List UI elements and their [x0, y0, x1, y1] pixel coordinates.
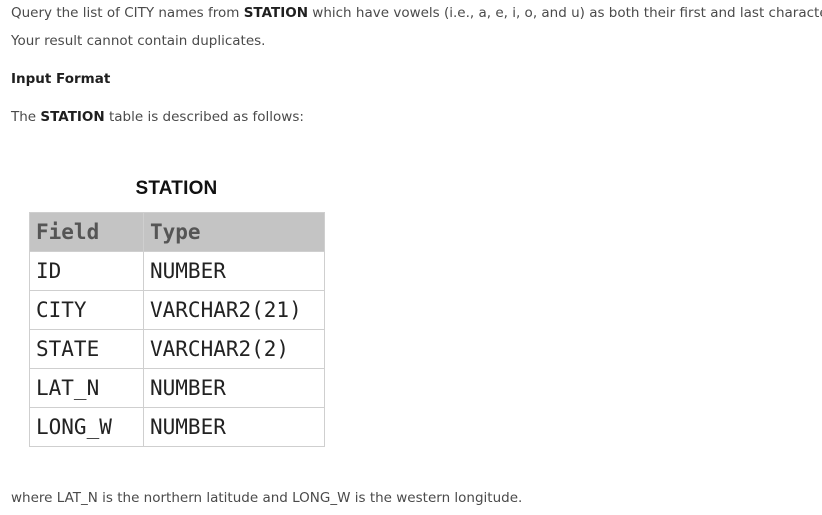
problem-statement-line-1: Query the list of CITY names from STATIO… [11, 4, 822, 22]
table-row: ID NUMBER [29, 251, 325, 291]
statement-text: Query the list of CITY names from [11, 5, 244, 21]
table-row: CITY VARCHAR2(21) [29, 290, 325, 330]
type-cell: NUMBER [143, 368, 325, 408]
field-cell: STATE [29, 329, 144, 369]
type-cell: VARCHAR2(2) [143, 329, 325, 369]
table-row: STATE VARCHAR2(2) [29, 329, 325, 369]
field-cell: CITY [29, 290, 144, 330]
input-format-heading: Input Format [11, 71, 111, 87]
station-schema-table: Field Type ID NUMBER CITY VARCHAR2(21) S… [29, 212, 325, 447]
table-row: LAT_N NUMBER [29, 368, 325, 408]
header-field: Field [29, 212, 144, 252]
table-caption: STATION [135, 178, 218, 199]
table-description: The STATION table is described as follow… [11, 108, 304, 126]
statement-text: which have vowels (i.e., a, e, i, o, and… [308, 5, 822, 21]
type-cell: NUMBER [143, 407, 325, 447]
table-header-row: Field Type [29, 212, 325, 252]
table-name-emphasis: STATION [243, 5, 308, 21]
type-cell: NUMBER [143, 251, 325, 291]
header-type: Type [143, 212, 325, 252]
table-name-emphasis: STATION [40, 109, 105, 125]
description-text: The [11, 109, 41, 125]
table-row: LONG_W NUMBER [29, 407, 325, 447]
footer-note: where LAT_N is the northern latitude and… [11, 490, 523, 506]
description-text: table is described as follows: [104, 109, 304, 125]
field-cell: LAT_N [29, 368, 144, 408]
field-cell: LONG_W [29, 407, 144, 447]
problem-statement-line-2: Your result cannot contain duplicates. [11, 33, 266, 49]
field-cell: ID [29, 251, 144, 291]
type-cell: VARCHAR2(21) [143, 290, 325, 330]
